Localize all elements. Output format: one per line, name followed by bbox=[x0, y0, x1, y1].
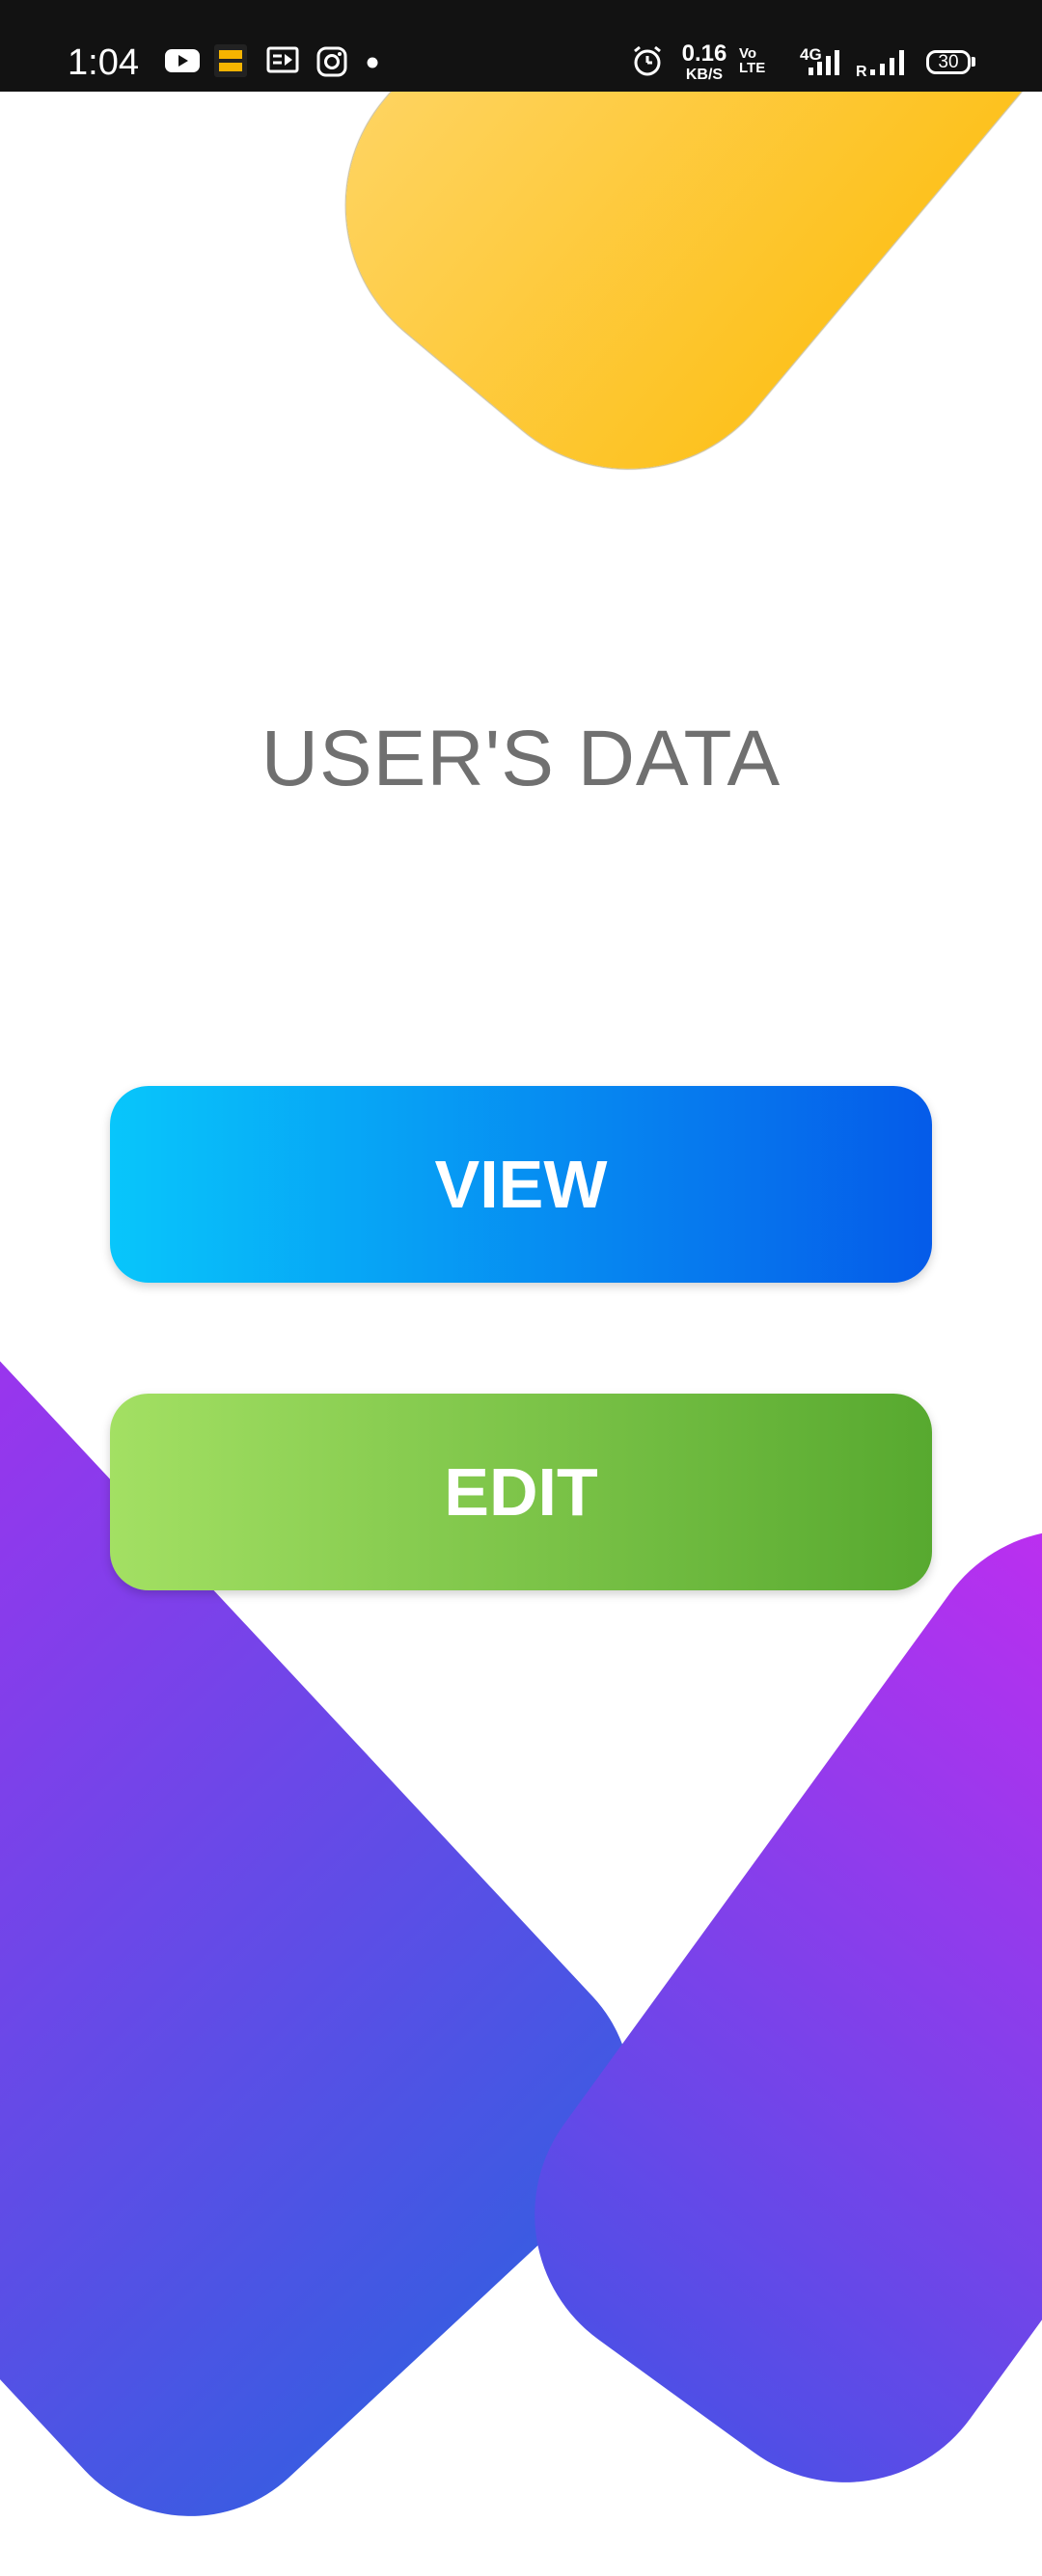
signal-strength-icon-2 bbox=[868, 48, 911, 82]
signal-strength-icon-1 bbox=[807, 48, 845, 82]
view-button[interactable]: VIEW bbox=[110, 1086, 932, 1283]
network-speed-value: 0.16 bbox=[681, 41, 727, 67]
notification-dot-icon bbox=[367, 56, 378, 73]
network-speed-unit: KB/S bbox=[685, 67, 724, 83]
volte-top: Vo bbox=[739, 45, 757, 62]
youtube-icon bbox=[164, 46, 201, 80]
cast-media-icon bbox=[266, 46, 299, 78]
alarm-icon bbox=[631, 44, 664, 82]
status-bar: 1:04 0.16 KB/S Vo LTE 4G R 30 bbox=[0, 0, 1042, 92]
volte-bottom: LTE bbox=[739, 60, 766, 76]
edit-button[interactable]: EDIT bbox=[110, 1394, 932, 1590]
roaming-indicator: R bbox=[856, 64, 867, 80]
instagram-icon bbox=[316, 46, 347, 82]
app-notification-icon bbox=[214, 44, 247, 82]
battery-icon: 30 bbox=[926, 50, 971, 74]
status-time: 1:04 bbox=[68, 42, 139, 83]
page-title: USER'S DATA bbox=[260, 715, 782, 802]
battery-tip bbox=[972, 57, 975, 67]
volte-indicator: Vo LTE bbox=[739, 46, 765, 75]
network-speed: 0.16 KB/S bbox=[675, 42, 733, 83]
